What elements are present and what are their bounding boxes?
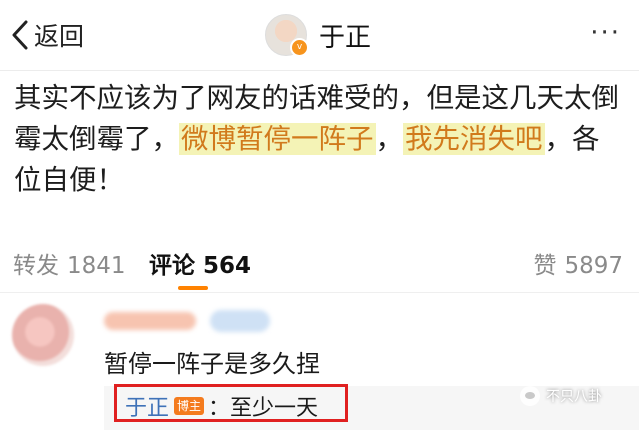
post-highlight: 我先消失吧 xyxy=(403,123,545,155)
tab-likes[interactable]: 赞 5897 xyxy=(533,246,623,280)
back-button[interactable]: 返回 xyxy=(8,16,84,54)
tab-repost[interactable]: 转发 1841 xyxy=(13,246,126,280)
post-action-tabs: 转发 1841 评论 564 赞 5897 xyxy=(0,236,639,293)
watermark-text: 不只八卦 xyxy=(546,389,602,405)
commenter-avatar[interactable] xyxy=(12,304,74,366)
commenter-badge-blurred xyxy=(210,310,270,332)
tab-label: 转发 xyxy=(13,253,59,279)
chevron-left-icon xyxy=(12,20,28,50)
tab-label: 评论 xyxy=(149,253,195,279)
profile-header[interactable]: v 于正 xyxy=(265,14,372,57)
post-text: ， xyxy=(375,123,404,155)
active-tab-indicator xyxy=(178,286,208,290)
tab-label: 赞 xyxy=(533,253,557,279)
page-title: 于正 xyxy=(319,22,372,53)
reply-content: 于正 博主 ：至少一天 xyxy=(125,390,318,422)
wechat-icon xyxy=(520,386,540,406)
tab-comments[interactable]: 评论 564 xyxy=(149,246,251,280)
back-label: 返回 xyxy=(34,22,85,51)
reply-author[interactable]: 于正 xyxy=(125,390,169,422)
top-nav-bar: 返回 v 于正 ··· xyxy=(0,0,639,71)
blogger-badge: 博主 xyxy=(174,397,205,415)
more-options-icon[interactable]: ··· xyxy=(590,18,621,48)
post-body: 其实不应该为了网友的话难受的，但是这几天太倒霉太倒霉了，微博暂停一阵子，我先消失… xyxy=(14,78,626,201)
tab-count: 1841 xyxy=(67,253,126,279)
watermark: 不只八卦 xyxy=(520,386,602,406)
post-highlight: 微博暂停一阵子 xyxy=(179,123,376,155)
commenter-name-blurred[interactable] xyxy=(104,312,196,330)
tab-count: 564 xyxy=(203,253,252,279)
comment-text: 暂停一阵子是多久捏 xyxy=(104,350,320,378)
verified-badge-icon: v xyxy=(290,38,309,57)
tab-count: 5897 xyxy=(564,253,623,279)
avatar[interactable]: v xyxy=(265,14,309,57)
comment-item: 暂停一阵子是多久捏 于正 博主 ：至少一天 xyxy=(0,296,639,434)
reply-text: ：至少一天 xyxy=(208,396,319,421)
